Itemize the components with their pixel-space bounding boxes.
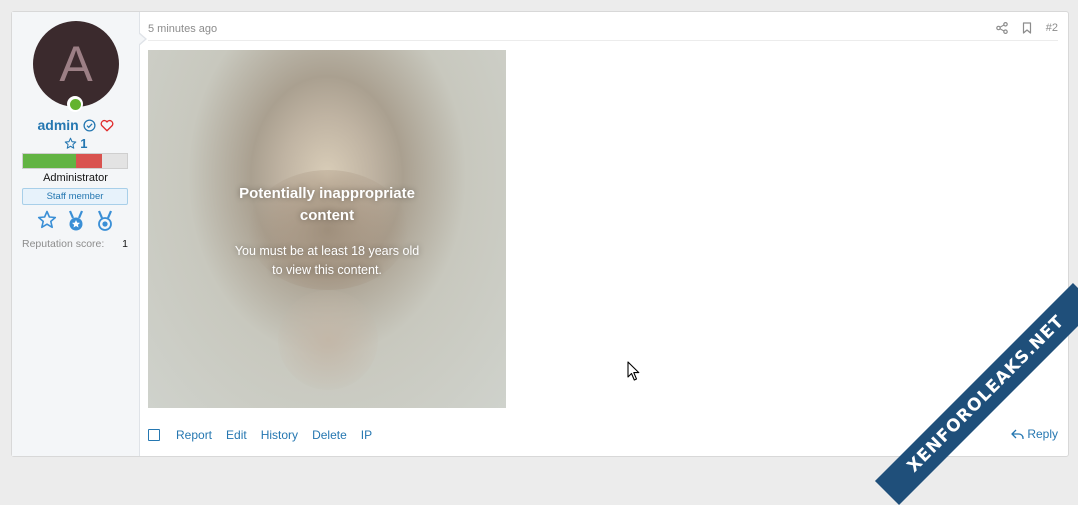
reputation-value: 1 [122,238,128,250]
reputation-score: Reputation score: 1 [22,238,128,250]
rank-count: 1 [80,136,88,151]
edit-link[interactable]: Edit [226,428,247,442]
online-status-icon [67,96,83,112]
bookmark-icon[interactable] [1022,22,1032,34]
user-title: Administrator [43,172,108,184]
user-panel: A admin 1 Administrator Staff member Rep… [12,12,140,456]
reputation-bar [22,153,128,169]
trophies [12,210,139,232]
reputation-label: Reputation score: [22,238,105,250]
post: A admin 1 Administrator Staff member Rep… [11,11,1069,457]
delete-link[interactable]: Delete [312,428,347,442]
staff-badge: Staff member [22,188,128,205]
ip-link[interactable]: IP [361,428,372,442]
verified-icon [83,119,96,132]
image-blur-shape [278,290,378,390]
reputation-negative [76,154,103,168]
blurred-image[interactable]: Potentially inappropriate content You mu… [148,50,506,408]
report-link[interactable]: Report [176,428,212,442]
post-header: 5 minutes ago #2 [148,12,1058,41]
username-row: admin [12,117,139,133]
mouse-cursor-icon [627,361,640,381]
history-link[interactable]: History [261,428,298,442]
post-number[interactable]: #2 [1046,22,1058,34]
share-icon[interactable] [995,22,1008,34]
reply-button[interactable]: Reply [1011,427,1058,441]
star-trophy-icon[interactable] [37,210,57,230]
reputation-positive [23,154,77,168]
heart-icon [100,119,113,132]
username[interactable]: admin [37,117,78,133]
overlay-title: Potentially inappropriate content [239,185,415,224]
reply-icon [1011,429,1024,439]
star-icon [64,137,76,149]
medal-icon[interactable] [66,210,86,232]
post-date[interactable]: 5 minutes ago [148,23,217,35]
user-arrow [138,32,147,46]
select-checkbox[interactable] [148,429,160,441]
overlay-message: You must be at least 18 years old to vie… [234,244,420,277]
rank-row: 1 [12,136,139,151]
post-tools: #2 [995,22,1058,34]
avatar[interactable]: A [33,21,119,107]
medal-outline-icon[interactable] [95,210,115,232]
reply-label: Reply [1027,427,1058,441]
